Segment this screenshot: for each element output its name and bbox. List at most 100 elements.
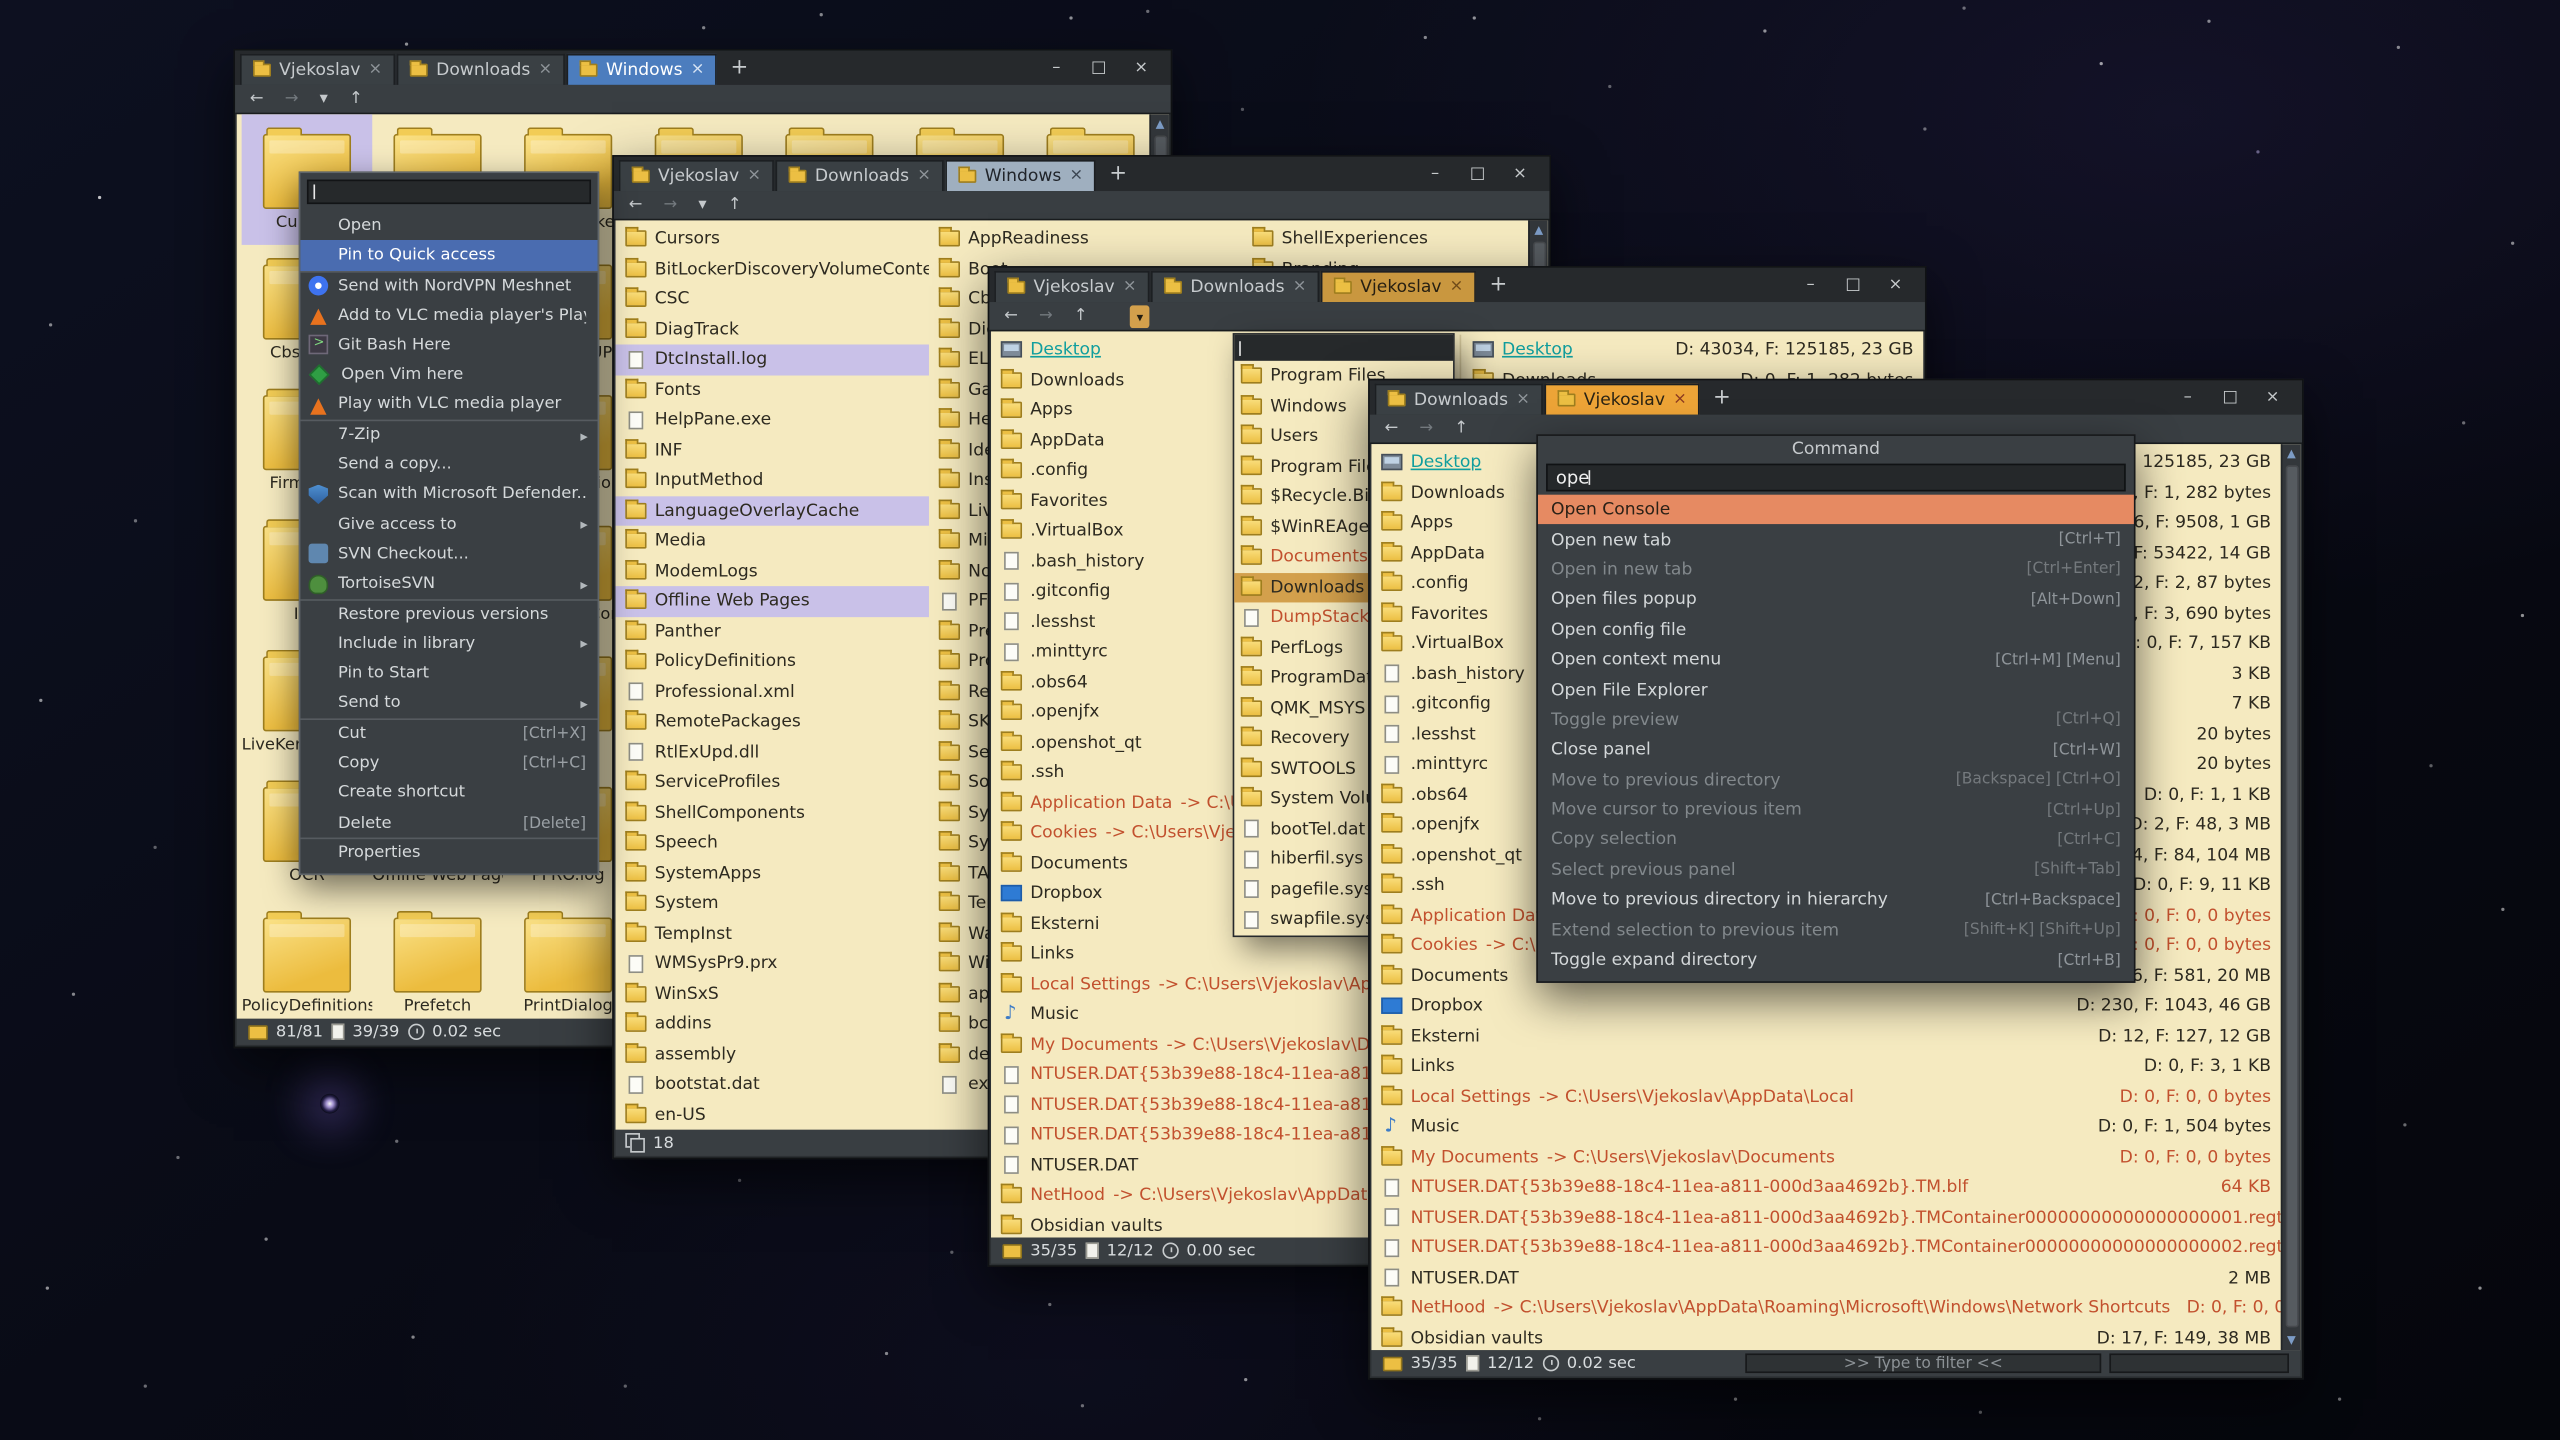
up-icon[interactable]: ↑: [1454, 420, 1468, 438]
close-button[interactable]: ×: [1120, 51, 1162, 85]
file-row[interactable]: ShellExperiences: [1242, 224, 1547, 254]
command-palette-item[interactable]: Select previous panel [Shift+Tab]: [1538, 855, 2134, 885]
tab[interactable]: Windows ×: [567, 54, 718, 85]
file-row[interactable]: Dropbox D: 230, F: 1043, 46 GB: [1371, 991, 2280, 1021]
file-row[interactable]: assembly: [616, 1039, 929, 1069]
maximize-button[interactable]: □: [2209, 380, 2251, 414]
type-to-filter-input[interactable]: >> Type to filter <<: [1745, 1353, 2101, 1373]
context-menu-item[interactable]: 7-Zip: [300, 420, 597, 450]
scrollbar[interactable]: ▲ ▼: [2281, 444, 2301, 1350]
file-row[interactable]: Eksterni D: 12, F: 127, 12 GB: [1371, 1021, 2280, 1051]
file-row[interactable]: System: [616, 888, 929, 918]
file-row[interactable]: LanguageOverlayCache: [616, 496, 929, 526]
history-dropdown-icon[interactable]: ▾: [320, 90, 328, 108]
command-palette-item[interactable]: Open Console: [1538, 495, 2134, 525]
forward-icon[interactable]: →: [1419, 420, 1433, 438]
context-menu-item[interactable]: Send a copy...: [300, 450, 597, 480]
file-row[interactable]: InputMethod: [616, 465, 929, 495]
tab[interactable]: Downloads ×: [1375, 384, 1543, 415]
context-menu-item[interactable]: Scan with Microsoft Defender...: [300, 479, 597, 509]
context-menu-item[interactable]: Pin to Quick access: [300, 240, 597, 270]
dropdown-filter-input[interactable]: [1234, 335, 1453, 361]
file-row[interactable]: DiagTrack: [616, 314, 929, 344]
back-icon[interactable]: ←: [1384, 420, 1398, 438]
context-menu-item[interactable]: Play with VLC media player: [300, 390, 597, 420]
command-palette-item[interactable]: Open in new tab [Ctrl+Enter]: [1538, 555, 2134, 585]
file-row[interactable]: Professional.xml: [616, 677, 929, 707]
back-icon[interactable]: ←: [1004, 307, 1018, 325]
context-menu-item[interactable]: Restore previous versions: [300, 599, 597, 629]
command-palette-item[interactable]: Toggle preview [Ctrl+Q]: [1538, 705, 2134, 735]
file-row[interactable]: NTUSER.DAT{53b39e88-18c4-11ea-a811-000d3…: [1371, 1202, 2280, 1232]
command-palette-item[interactable]: Move to previous directory [Backspace] […: [1538, 765, 2134, 795]
command-palette-item[interactable]: Toggle expand directory [Ctrl+B]: [1538, 945, 2134, 975]
context-menu-item[interactable]: Delete [Delete]: [300, 808, 597, 838]
file-row[interactable]: WMSysPr9.prx: [616, 949, 929, 979]
file-row[interactable]: HelpPane.exe: [616, 405, 929, 435]
file-row[interactable]: Local Settings -> C:\Users\Vjekoslav\App…: [1371, 1082, 2280, 1112]
file-row[interactable]: ModemLogs: [616, 556, 929, 586]
context-menu-filter-input[interactable]: [307, 180, 591, 204]
tab[interactable]: Vjekoslav ×: [1545, 384, 1700, 415]
context-menu-item[interactable]: Add to VLC media player's Playlist: [300, 300, 597, 330]
tab[interactable]: Downloads ×: [1151, 271, 1319, 302]
command-palette-item[interactable]: Move to previous directory in hierarchy …: [1538, 885, 2134, 915]
file-row[interactable]: NTUSER.DAT{53b39e88-18c4-11ea-a811-000d3…: [1371, 1172, 2280, 1202]
tab-close-icon[interactable]: ×: [747, 168, 761, 184]
back-icon[interactable]: ←: [250, 90, 264, 108]
up-icon[interactable]: ↑: [349, 90, 363, 108]
tab-close-icon[interactable]: ×: [1516, 392, 1530, 408]
tab[interactable]: Downloads ×: [776, 160, 944, 191]
context-menu-item[interactable]: Send with NordVPN Meshnet: [300, 270, 597, 300]
context-menu-item[interactable]: Open: [300, 211, 597, 241]
new-tab-button[interactable]: +: [717, 54, 761, 85]
folder-item[interactable]: Prefetch: [372, 898, 503, 1019]
file-row[interactable]: RtlExUpd.dll: [616, 737, 929, 767]
new-tab-button[interactable]: +: [1096, 160, 1140, 191]
file-row[interactable]: CSC: [616, 284, 929, 314]
context-menu-item[interactable]: Properties: [300, 838, 597, 868]
file-row[interactable]: DtcInstall.log: [616, 344, 929, 374]
file-row[interactable]: Cursors: [616, 224, 929, 254]
maximize-button[interactable]: □: [1832, 268, 1874, 302]
context-menu-item[interactable]: SVN Checkout...: [300, 539, 597, 569]
command-palette-item[interactable]: Open File Explorer: [1538, 675, 2134, 705]
context-menu-item[interactable]: Copy [Ctrl+C]: [300, 748, 597, 778]
tab[interactable]: Vjekoslav ×: [994, 271, 1149, 302]
command-palette-item[interactable]: Move cursor to previous item [Ctrl+Up]: [1538, 795, 2134, 825]
titlebar[interactable]: Downloads × Vjekoslav × + – □ ×: [1370, 380, 2302, 414]
file-row[interactable]: Offline Web Pages: [616, 586, 929, 616]
file-row[interactable]: Links D: 0, F: 3, 1 KB: [1371, 1051, 2280, 1081]
file-row[interactable]: BitLockerDiscoveryVolumeContents: [616, 254, 929, 284]
context-menu-item[interactable]: Git Bash Here: [300, 330, 597, 360]
scroll-thumb[interactable]: [2286, 465, 2299, 1327]
file-row[interactable]: Obsidian vaults D: 17, F: 149, 38 MB: [1371, 1323, 2280, 1350]
close-button[interactable]: ×: [1874, 268, 1916, 302]
context-menu-item[interactable]: Give access to: [300, 509, 597, 539]
tab-close-icon[interactable]: ×: [1450, 279, 1464, 295]
tab-close-icon[interactable]: ×: [691, 62, 705, 78]
file-row[interactable]: My Documents -> C:\Users\Vjekoslav\Docum…: [1371, 1142, 2280, 1172]
close-button[interactable]: ×: [2251, 380, 2293, 414]
tab-close-icon[interactable]: ×: [917, 168, 931, 184]
command-input[interactable]: ope: [1546, 464, 2126, 492]
context-menu-item[interactable]: Pin to Start: [300, 659, 597, 689]
scroll-up-icon[interactable]: ▲: [1534, 220, 1543, 240]
tab-close-icon[interactable]: ×: [369, 62, 383, 78]
tab-close-icon[interactable]: ×: [538, 62, 552, 78]
file-row[interactable]: bootstat.dat: [616, 1069, 929, 1099]
folder-item[interactable]: PolicyDefinitions: [242, 898, 373, 1019]
file-row[interactable]: NetHood -> C:\Users\Vjekoslav\AppData\Ro…: [1371, 1293, 2280, 1323]
command-palette-item[interactable]: Open context menu [Ctrl+M] [Menu]: [1538, 645, 2134, 675]
titlebar[interactable]: Vjekoslav × Downloads × Windows × + – □ …: [235, 51, 1171, 85]
minimize-button[interactable]: –: [2167, 380, 2209, 414]
history-dropdown-icon[interactable]: ▾: [698, 196, 706, 214]
tab-close-icon[interactable]: ×: [1293, 279, 1307, 295]
forward-icon[interactable]: →: [285, 90, 299, 108]
new-tab-button[interactable]: +: [1700, 384, 1744, 415]
file-row[interactable]: ShellComponents: [616, 798, 929, 828]
forward-icon[interactable]: →: [663, 196, 677, 214]
scroll-down-icon[interactable]: ▼: [2287, 1331, 2296, 1351]
scroll-up-icon[interactable]: ▲: [1156, 114, 1165, 134]
tab[interactable]: Vjekoslav ×: [1321, 271, 1476, 302]
